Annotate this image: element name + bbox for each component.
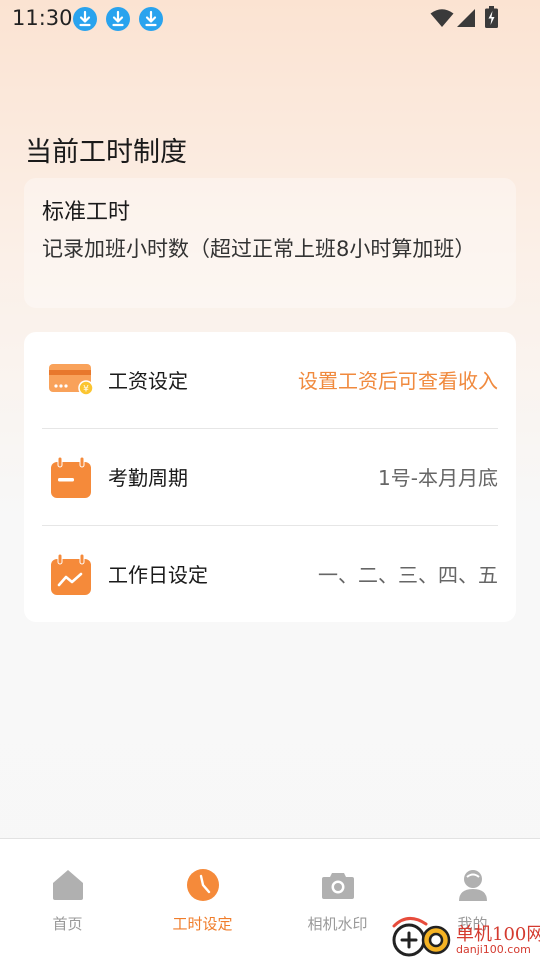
- calendar-chart-icon: [51, 553, 91, 595]
- workday-setting-label: 工作日设定: [108, 563, 208, 587]
- salary-setting-value: 设置工资后可查看收入: [298, 369, 498, 393]
- home-icon: [52, 870, 83, 900]
- work-mode-description: 记录加班小时数（超过正常上班8小时算加班）: [42, 237, 476, 261]
- signal-icon: [457, 9, 475, 27]
- workday-setting-value: 一、二、三、四、五: [318, 563, 498, 587]
- salary-setting-row[interactable]: ¥ 工资设定 设置工资后可查看收入: [24, 332, 516, 428]
- nav-work-hours-label: 工时设定: [172, 915, 233, 933]
- download-icon: [106, 7, 130, 31]
- battery-charging-icon: [485, 6, 498, 28]
- download-icon: [73, 7, 97, 31]
- status-time: 11:30: [12, 6, 73, 30]
- page-title: 当前工时制度: [25, 137, 187, 168]
- nav-camera[interactable]: 相机水印: [270, 839, 405, 961]
- nav-home-label: 首页: [52, 915, 83, 933]
- site-watermark: 单机100网 danji100.com: [390, 912, 540, 960]
- attendance-cycle-label: 考勤周期: [108, 466, 188, 490]
- attendance-cycle-value: 1号-本月月底: [378, 466, 498, 490]
- nav-home[interactable]: 首页: [0, 839, 135, 961]
- clock-icon: [186, 869, 219, 901]
- attendance-cycle-row[interactable]: 考勤周期 1号-本月月底: [24, 429, 516, 525]
- status-bar: 11:30: [0, 0, 540, 38]
- work-mode-card[interactable]: 标准工时 记录加班小时数（超过正常上班8小时算加班）: [24, 178, 516, 308]
- wifi-icon: [430, 9, 454, 27]
- nav-camera-label: 相机水印: [307, 915, 368, 933]
- workday-setting-row[interactable]: 工作日设定 一、二、三、四、五: [24, 526, 516, 622]
- nav-work-hours[interactable]: 工时设定: [135, 839, 270, 961]
- watermark-url: danji100.com: [456, 943, 531, 956]
- watermark-logo-icon: [392, 917, 451, 957]
- profile-icon: [458, 870, 487, 901]
- work-mode-title: 标准工时: [42, 200, 131, 225]
- svg-text:¥: ¥: [83, 385, 89, 395]
- camera-icon: [321, 873, 354, 899]
- settings-card: ¥ 工资设定 设置工资后可查看收入 考勤周期 1号-本月月底 工作日设定 一、二…: [24, 332, 516, 622]
- salary-setting-label: 工资设定: [108, 369, 188, 393]
- download-icon: [139, 7, 163, 31]
- calendar-icon: [51, 456, 91, 498]
- wallet-icon: ¥: [49, 364, 94, 396]
